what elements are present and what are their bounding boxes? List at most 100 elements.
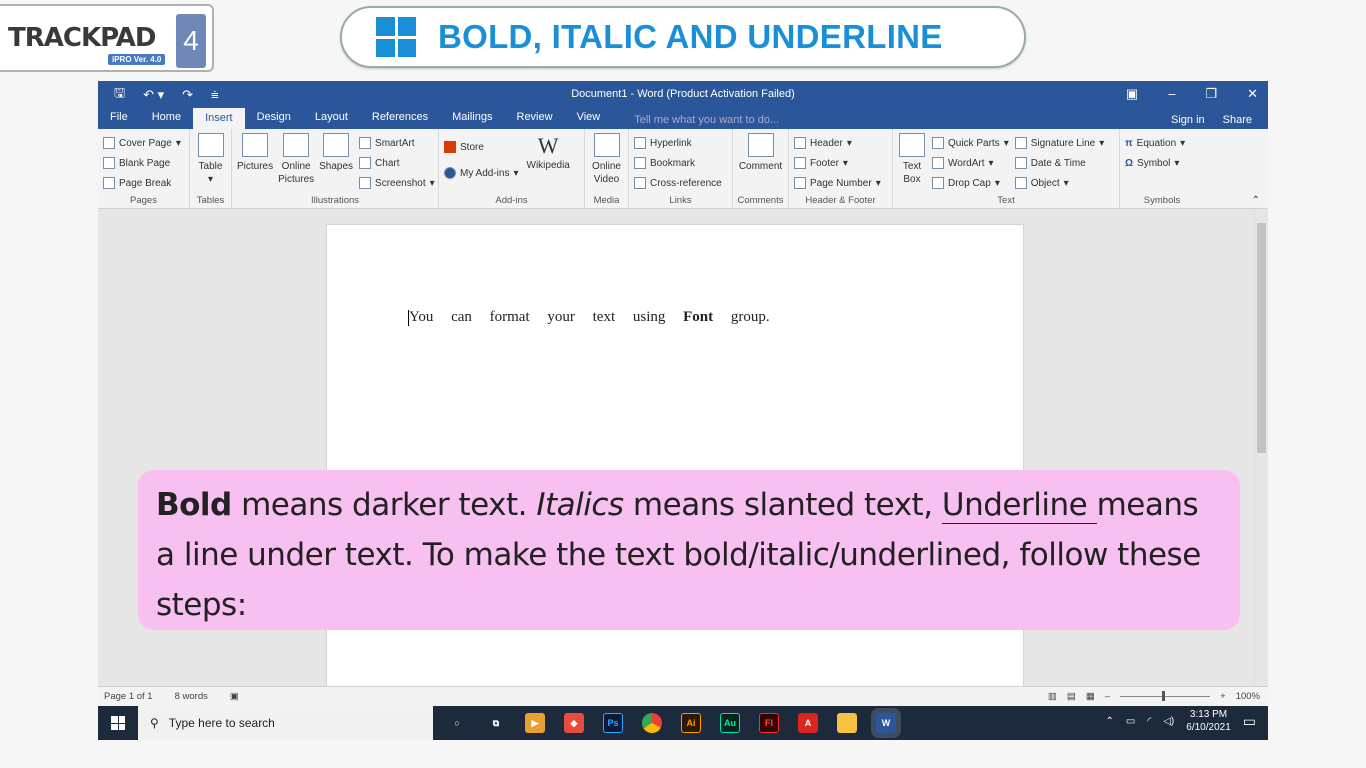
group-tables: Table ▾ Tables: [190, 129, 232, 208]
illustrator-icon[interactable]: Ai: [681, 713, 701, 733]
page-count[interactable]: Page 1 of 1: [104, 691, 153, 702]
screenshot-button[interactable]: Screenshot ▾: [359, 173, 435, 193]
object-button[interactable]: Object ▾: [1014, 173, 1105, 193]
battery-icon[interactable]: ▭: [1126, 716, 1135, 727]
group-label-symbols: Symbols: [1143, 195, 1181, 206]
callout-underline: Underline: [941, 487, 1097, 524]
ribbon-display-icon[interactable]: ▣: [1126, 86, 1138, 102]
photoshop-icon[interactable]: Ps: [603, 713, 623, 733]
chart-button[interactable]: Chart: [359, 153, 435, 173]
word-count[interactable]: 8 words: [175, 691, 208, 702]
bookmark-icon: [634, 157, 646, 169]
comment-button[interactable]: Comment: [738, 133, 783, 173]
sign-in-link[interactable]: Sign in: [1171, 114, 1205, 126]
tab-mailings[interactable]: Mailings: [440, 108, 504, 129]
acrobat-icon[interactable]: A: [798, 713, 818, 733]
blank-page-button[interactable]: Blank Page: [103, 153, 184, 173]
group-links: Hyperlink Bookmark Cross-reference Links: [629, 129, 733, 208]
tab-insert[interactable]: Insert: [193, 108, 245, 129]
scrollbar-thumb[interactable]: [1257, 223, 1266, 453]
share-button[interactable]: Share: [1223, 114, 1252, 126]
quick-parts-button[interactable]: Quick Parts ▾: [932, 133, 1009, 153]
tab-review[interactable]: Review: [505, 108, 565, 129]
group-label-illustrations: Illustrations: [310, 195, 360, 206]
date-time-button[interactable]: Date & Time: [1014, 153, 1105, 173]
cortana-icon[interactable]: ○: [447, 713, 467, 733]
taskbar-search[interactable]: ⚲ Type here to search: [138, 706, 433, 740]
wikipedia-label: Wikipedia: [526, 160, 570, 171]
zoom-level[interactable]: 100%: [1236, 691, 1260, 702]
page-number-button[interactable]: Page Number ▾: [794, 173, 887, 193]
task-view-icon[interactable]: ⧉: [486, 713, 506, 733]
tell-me-input[interactable]: Tell me what you want to do...: [634, 114, 779, 129]
my-addins-button[interactable]: My Add-ins ▾: [444, 163, 519, 183]
zoom-out-icon[interactable]: –: [1105, 691, 1110, 702]
drop-cap-icon: [932, 177, 944, 189]
table-button[interactable]: Table ▾: [195, 133, 226, 186]
tab-view[interactable]: View: [565, 108, 613, 129]
audition-icon[interactable]: Au: [720, 713, 740, 733]
start-button[interactable]: [98, 716, 138, 730]
close-icon[interactable]: ✕: [1247, 86, 1258, 102]
chrome-icon[interactable]: [642, 713, 662, 733]
group-label-addins: Add-ins: [495, 195, 528, 206]
anydesk-icon[interactable]: ◆: [564, 713, 584, 733]
restore-icon[interactable]: ❐: [1205, 86, 1217, 102]
object-icon: [1014, 177, 1027, 189]
tab-file[interactable]: File: [98, 108, 140, 129]
file-explorer-icon[interactable]: [837, 713, 857, 733]
document-text[interactable]: You can format your text using Font grou…: [408, 309, 770, 326]
group-text: Text Box Quick Parts ▾ WordArt ▾ Drop Cap ▾…: [893, 129, 1120, 208]
wifi-icon[interactable]: ◜: [1147, 716, 1151, 727]
group-header-footer: Header ▾ Footer ▾ Page Number ▾ Header & Fo…: [789, 129, 893, 208]
flash-icon[interactable]: Fl: [759, 713, 779, 733]
word-taskbar-icon[interactable]: W: [876, 713, 896, 733]
tray-chevron-icon[interactable]: ⌃: [1106, 716, 1114, 727]
tab-design[interactable]: Design: [245, 108, 303, 129]
group-label-pages: Pages: [130, 195, 157, 206]
print-layout-icon[interactable]: ▤: [1067, 691, 1076, 702]
notifications-icon[interactable]: ▭: [1243, 713, 1256, 730]
trackpad-logo: TRACKPAD iPRO Ver. 4.0 4: [0, 4, 214, 72]
cover-page-button[interactable]: Cover Page ▾: [103, 133, 184, 153]
signature-line-button[interactable]: Signature Line ▾: [1014, 133, 1104, 153]
zoom-in-icon[interactable]: +: [1220, 691, 1226, 702]
bookmark-button[interactable]: Bookmark: [634, 153, 727, 173]
pictures-label: Pictures: [237, 161, 274, 172]
table-label: Table: [198, 161, 223, 172]
symbol-button[interactable]: Ω Symbol ▾: [1125, 153, 1199, 173]
logo-text: TRACKPAD: [8, 23, 156, 53]
group-illustrations: Pictures Online Pictures Shapes SmartArt…: [232, 129, 439, 208]
tab-home[interactable]: Home: [140, 108, 193, 129]
read-mode-icon[interactable]: ▥: [1048, 691, 1057, 702]
minimize-icon[interactable]: –: [1168, 86, 1175, 102]
pictures-icon: [242, 133, 269, 157]
title-bar: 🖫 ↶ ▾ ↷ ⩧ Document1 - Word (Product Acti…: [98, 81, 1268, 108]
smartart-button[interactable]: SmartArt: [359, 133, 435, 153]
zoom-slider[interactable]: [1120, 691, 1211, 701]
hyperlink-button[interactable]: Hyperlink: [634, 133, 727, 153]
doc-text-before: You can format your text using: [409, 309, 666, 325]
cross-reference-button[interactable]: Cross-reference: [634, 173, 727, 193]
header-button[interactable]: Header ▾: [794, 133, 887, 153]
clock[interactable]: 3:13 PM 6/10/2021: [1186, 708, 1231, 734]
wordart-button[interactable]: WordArt ▾: [932, 153, 1009, 173]
smartart-label: SmartArt: [375, 137, 415, 149]
footer-button[interactable]: Footer ▾: [794, 153, 887, 173]
online-video-button[interactable]: Online Video: [590, 133, 623, 186]
drop-cap-button[interactable]: Drop Cap ▾: [932, 173, 1009, 193]
page-break-button[interactable]: Page Break: [103, 173, 184, 193]
online-video-label: Online Video: [592, 161, 621, 185]
vertical-scrollbar[interactable]: [1254, 209, 1268, 686]
web-layout-icon[interactable]: ▦: [1086, 691, 1095, 702]
equation-button[interactable]: π Equation ▾: [1125, 133, 1199, 153]
tab-layout[interactable]: Layout: [303, 108, 360, 129]
volume-icon[interactable]: ◁): [1163, 716, 1174, 727]
media-player-icon[interactable]: ▶: [525, 713, 545, 733]
tab-references[interactable]: References: [360, 108, 440, 129]
store-button[interactable]: Store: [444, 137, 519, 157]
collapse-ribbon-icon[interactable]: ⌃: [1252, 195, 1260, 206]
omega-icon: Ω: [1125, 157, 1134, 169]
screenshot-label: Screenshot: [375, 177, 426, 189]
proofing-icon[interactable]: ▣: [230, 691, 239, 702]
